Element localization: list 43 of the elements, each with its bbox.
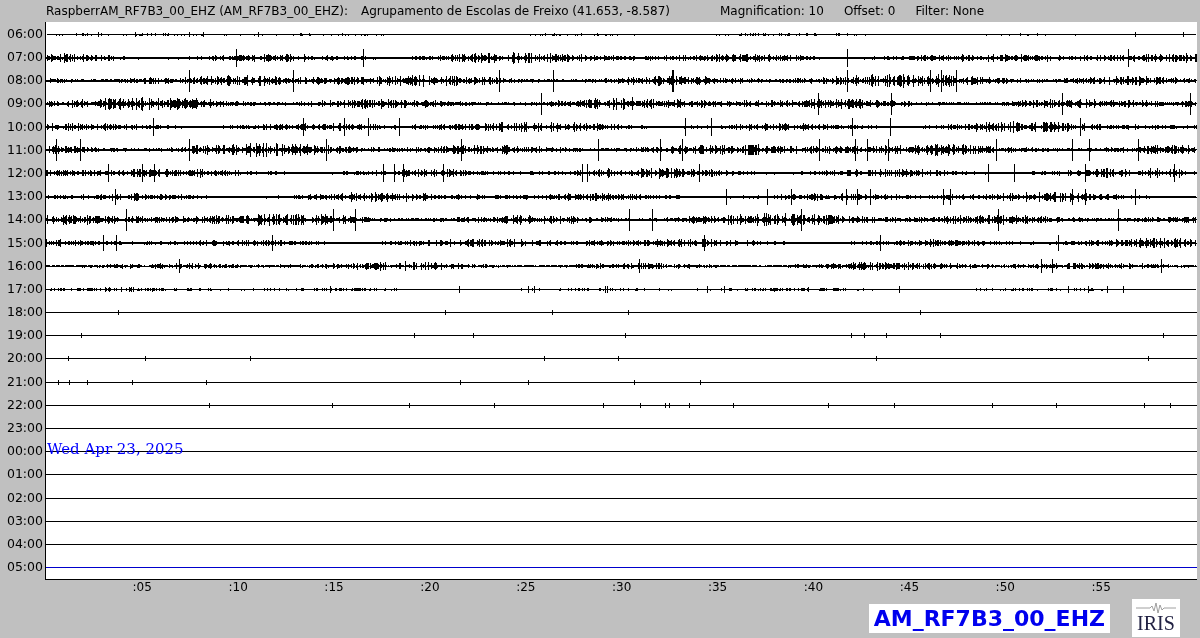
minute-tick-label: :55 [1091,580,1111,597]
minute-tick-label: :50 [995,580,1015,597]
minute-tick-label: :30 [612,580,632,597]
minute-tick-label: :10 [228,580,248,597]
hour-label: 11:00 [5,140,44,159]
hour-label: 08:00 [5,71,44,90]
magnification-text: Magnification: 10 [720,3,824,18]
hour-label: 17:00 [5,279,44,298]
hour-label: 15:00 [5,233,44,252]
hour-label: 16:00 [5,256,44,275]
hour-label: 12:00 [5,164,44,182]
offset-text: Offset: 0 [843,3,896,18]
minute-tick-label: :15 [324,580,344,597]
hour-label: 03:00 [5,511,44,530]
minute-tick-label: :45 [899,580,919,597]
hour-label: 20:00 [5,349,44,368]
filter-text: Filter: None [915,3,985,18]
hour-label: 13:00 [5,187,44,206]
hour-label: 22:00 [5,395,44,414]
hour-label: 10:00 [5,117,44,136]
channel-label: AM_RF7B3_00_EHZ [868,603,1110,633]
hour-label: 05:00 [5,558,44,577]
hour-label: 09:00 [5,94,44,113]
logo-text: IRIS [1137,613,1175,634]
hour-label: 21:00 [5,372,44,391]
minute-tick-label: :20 [420,580,440,597]
location-text: Agrupamento de Escolas de Freixo (41.653, -8.587) [361,3,670,18]
hour-label: 00:00 [5,442,44,461]
minute-tick-label: :35 [707,580,728,597]
hour-label: 02:00 [5,488,44,507]
hour-label: 01:00 [5,465,44,484]
hour-label: 07:00 [5,48,44,67]
seismic-wiggle-icon [1136,603,1176,614]
hour-label: 06:00 [5,24,44,43]
minute-tick-label: :25 [516,580,536,597]
hour-label: 18:00 [5,303,44,322]
minute-tick-label: :05 [132,580,152,597]
hour-label: 23:00 [5,419,44,438]
hour-label: 14:00 [5,210,44,229]
minute-tick-label: :40 [803,580,824,597]
hour-label: 19:00 [5,326,44,345]
station-title: RaspberrAM_RF7B3_00_EHZ (AM_RF7B3_00_EHZ): [46,3,348,18]
hour-label: 04:00 [5,535,44,553]
